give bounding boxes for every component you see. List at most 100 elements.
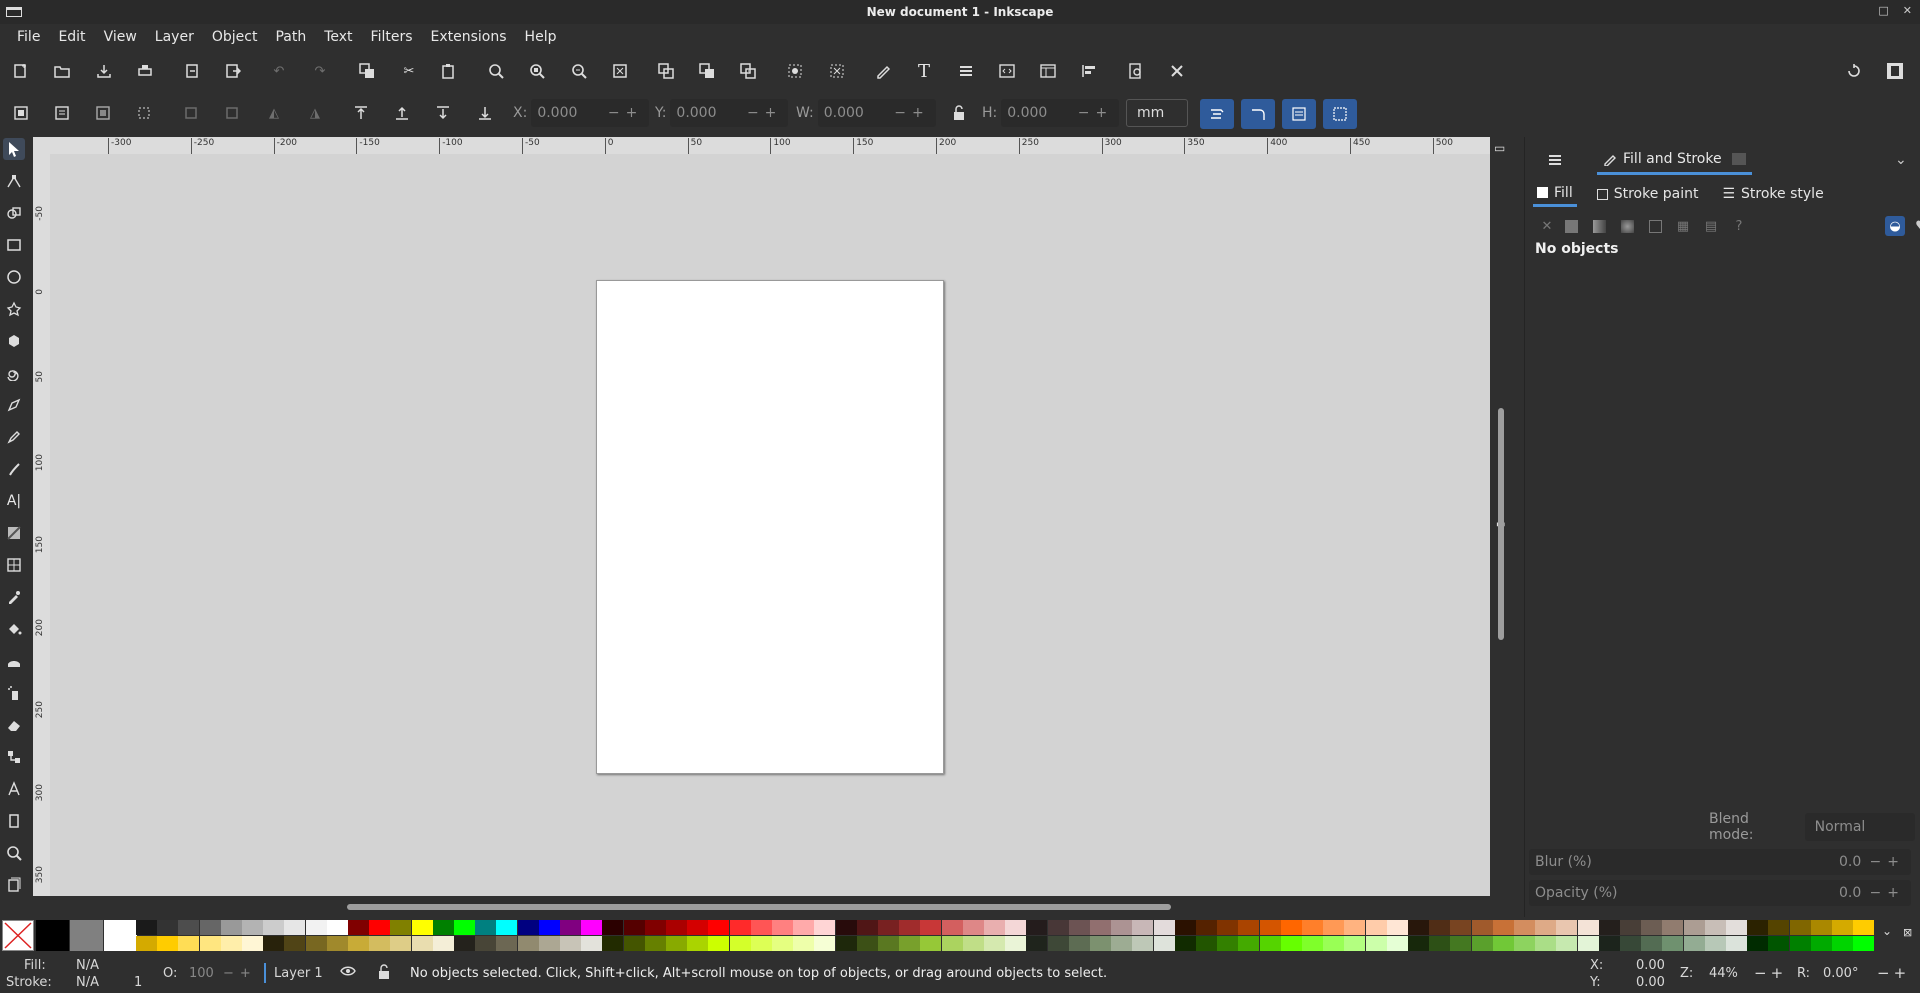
color-swatch[interactable] (750, 936, 772, 951)
select-all-icon[interactable] (10, 102, 32, 124)
text-font-icon[interactable]: T (913, 60, 935, 82)
color-swatch[interactable] (1132, 920, 1154, 935)
color-swatch[interactable] (1408, 920, 1429, 935)
duplicate-icon[interactable] (655, 60, 677, 82)
color-swatch[interactable] (199, 936, 221, 951)
dropper-tool-icon[interactable] (3, 586, 25, 608)
ellipse-tool-icon[interactable] (3, 266, 25, 288)
color-swatch[interactable] (793, 936, 815, 951)
group-icon[interactable] (784, 60, 806, 82)
color-swatch[interactable] (348, 936, 369, 951)
color-swatch[interactable] (220, 920, 242, 935)
tab-stroke-paint[interactable]: Stroke paint (1593, 181, 1703, 207)
clone-icon[interactable] (696, 60, 718, 82)
color-swatch[interactable] (729, 936, 751, 951)
color-swatch[interactable] (178, 920, 200, 935)
color-swatch[interactable] (284, 936, 306, 951)
color-swatch[interactable] (941, 920, 963, 935)
move-patterns-button[interactable] (1323, 99, 1357, 129)
color-swatch[interactable] (1514, 936, 1535, 951)
color-swatch[interactable] (1641, 920, 1663, 935)
color-swatch[interactable] (1005, 936, 1027, 951)
x-input[interactable]: 0.000 −+ (531, 99, 650, 127)
color-swatch[interactable] (538, 920, 560, 935)
color-swatch[interactable] (1090, 920, 1111, 935)
color-swatch[interactable] (1259, 936, 1281, 951)
color-swatch[interactable] (560, 920, 581, 935)
node-tool-icon[interactable] (3, 170, 25, 192)
color-swatch[interactable] (517, 920, 539, 935)
w-input[interactable]: 0.000 −+ (817, 99, 936, 127)
color-swatch[interactable] (708, 936, 730, 951)
snap-toggle-icon[interactable] (1843, 60, 1865, 82)
color-swatch[interactable] (157, 920, 179, 935)
color-swatch[interactable] (263, 936, 285, 951)
menu-edit[interactable]: Edit (49, 29, 94, 45)
color-swatch[interactable] (1598, 920, 1620, 935)
color-swatch[interactable] (517, 936, 539, 951)
pages-list-tool-icon[interactable] (3, 874, 25, 896)
color-swatch[interactable] (1323, 936, 1345, 951)
unset-paint-icon[interactable]: ? (1729, 216, 1749, 236)
color-swatch[interactable] (432, 936, 454, 951)
touch-select-icon[interactable] (133, 102, 155, 124)
color-swatch[interactable] (1217, 936, 1239, 951)
no-paint-icon[interactable]: ✕ (1537, 216, 1557, 236)
color-swatch[interactable] (1832, 920, 1853, 935)
color-swatch[interactable] (1683, 920, 1705, 935)
zoom-page-width-icon[interactable] (609, 60, 631, 82)
export-icon[interactable] (222, 60, 244, 82)
color-swatch[interactable] (1704, 936, 1726, 951)
color-swatch[interactable] (962, 920, 984, 935)
color-swatch[interactable] (220, 936, 242, 951)
color-swatch[interactable] (1471, 920, 1493, 935)
linear-gradient-icon[interactable] (1589, 216, 1609, 236)
color-swatch[interactable] (390, 936, 412, 951)
color-swatch[interactable] (36, 920, 69, 951)
color-swatch[interactable] (1789, 936, 1811, 951)
color-swatch[interactable] (814, 920, 836, 935)
color-swatch[interactable] (1111, 936, 1133, 951)
color-swatch[interactable] (1789, 920, 1811, 935)
layer-lock-icon[interactable] (377, 964, 391, 984)
no-color-swatch[interactable] (2, 920, 34, 951)
scale-radii-button[interactable] (1241, 99, 1275, 129)
selector-tool-icon[interactable] (3, 138, 25, 160)
color-swatch[interactable] (1111, 920, 1133, 935)
color-swatch[interactable] (1810, 936, 1832, 951)
star-tool-icon[interactable] (3, 298, 25, 320)
new-document-icon[interactable] (10, 60, 32, 82)
color-swatch[interactable] (602, 920, 624, 935)
pages-tool-icon[interactable] (3, 810, 25, 832)
color-swatch[interactable] (899, 920, 921, 935)
flip-horizontal-icon[interactable]: ◭ (263, 102, 285, 124)
color-swatch[interactable] (1090, 936, 1111, 951)
color-swatch[interactable] (411, 936, 433, 951)
color-swatch[interactable] (560, 936, 581, 951)
color-swatch[interactable] (962, 936, 984, 951)
xml-editor-icon[interactable] (996, 60, 1018, 82)
scale-stroke-button[interactable] (1200, 99, 1234, 129)
color-swatch[interactable] (104, 920, 137, 951)
color-swatch[interactable] (941, 936, 963, 951)
color-swatch[interactable] (496, 920, 518, 935)
color-swatch[interactable] (1683, 936, 1705, 951)
opacity-stepper[interactable]: −+ (223, 966, 257, 981)
color-swatch[interactable] (1280, 936, 1302, 951)
menu-object[interactable]: Object (203, 29, 267, 45)
layer-visibility-icon[interactable] (340, 964, 356, 982)
color-swatch[interactable] (1832, 936, 1853, 951)
bezier-tool-icon[interactable] (3, 394, 25, 416)
spiral-tool-icon[interactable] (3, 362, 25, 384)
preferences-icon[interactable] (1166, 60, 1188, 82)
color-swatch[interactable] (1302, 936, 1323, 951)
menu-extensions[interactable]: Extensions (422, 29, 516, 45)
lock-ratio-icon[interactable] (948, 102, 970, 124)
color-swatch[interactable] (1450, 920, 1472, 935)
color-swatch[interactable] (878, 936, 899, 951)
display-mode-icon[interactable]: ▭ (1494, 141, 1505, 155)
gradient-tool-icon[interactable] (3, 522, 25, 544)
color-swatch[interactable] (1408, 936, 1429, 951)
color-swatch[interactable] (1641, 936, 1663, 951)
color-swatch[interactable] (814, 936, 836, 951)
